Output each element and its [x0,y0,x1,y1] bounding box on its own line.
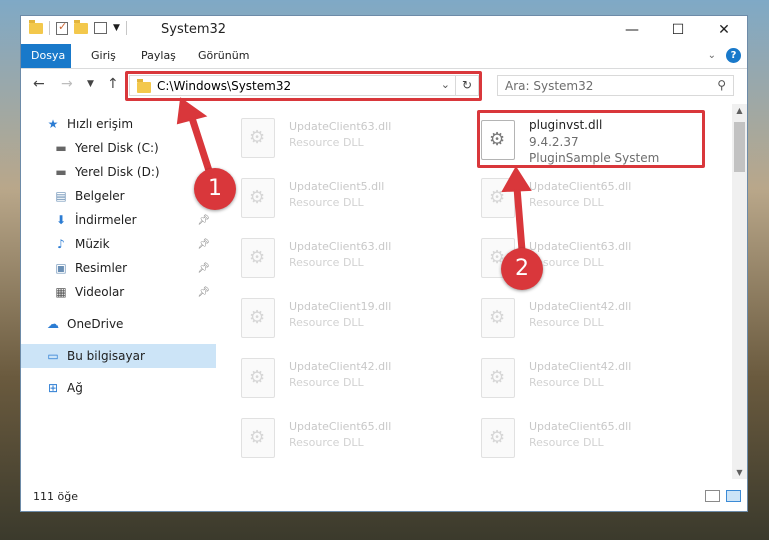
step-2-badge: 2 [501,248,543,290]
annotation-arrows [176,97,532,254]
arrow-2-head [501,166,532,193]
arrow-2-shaft [513,184,526,254]
step-1-badge: 1 [194,168,236,210]
arrow-1-head [176,97,208,125]
